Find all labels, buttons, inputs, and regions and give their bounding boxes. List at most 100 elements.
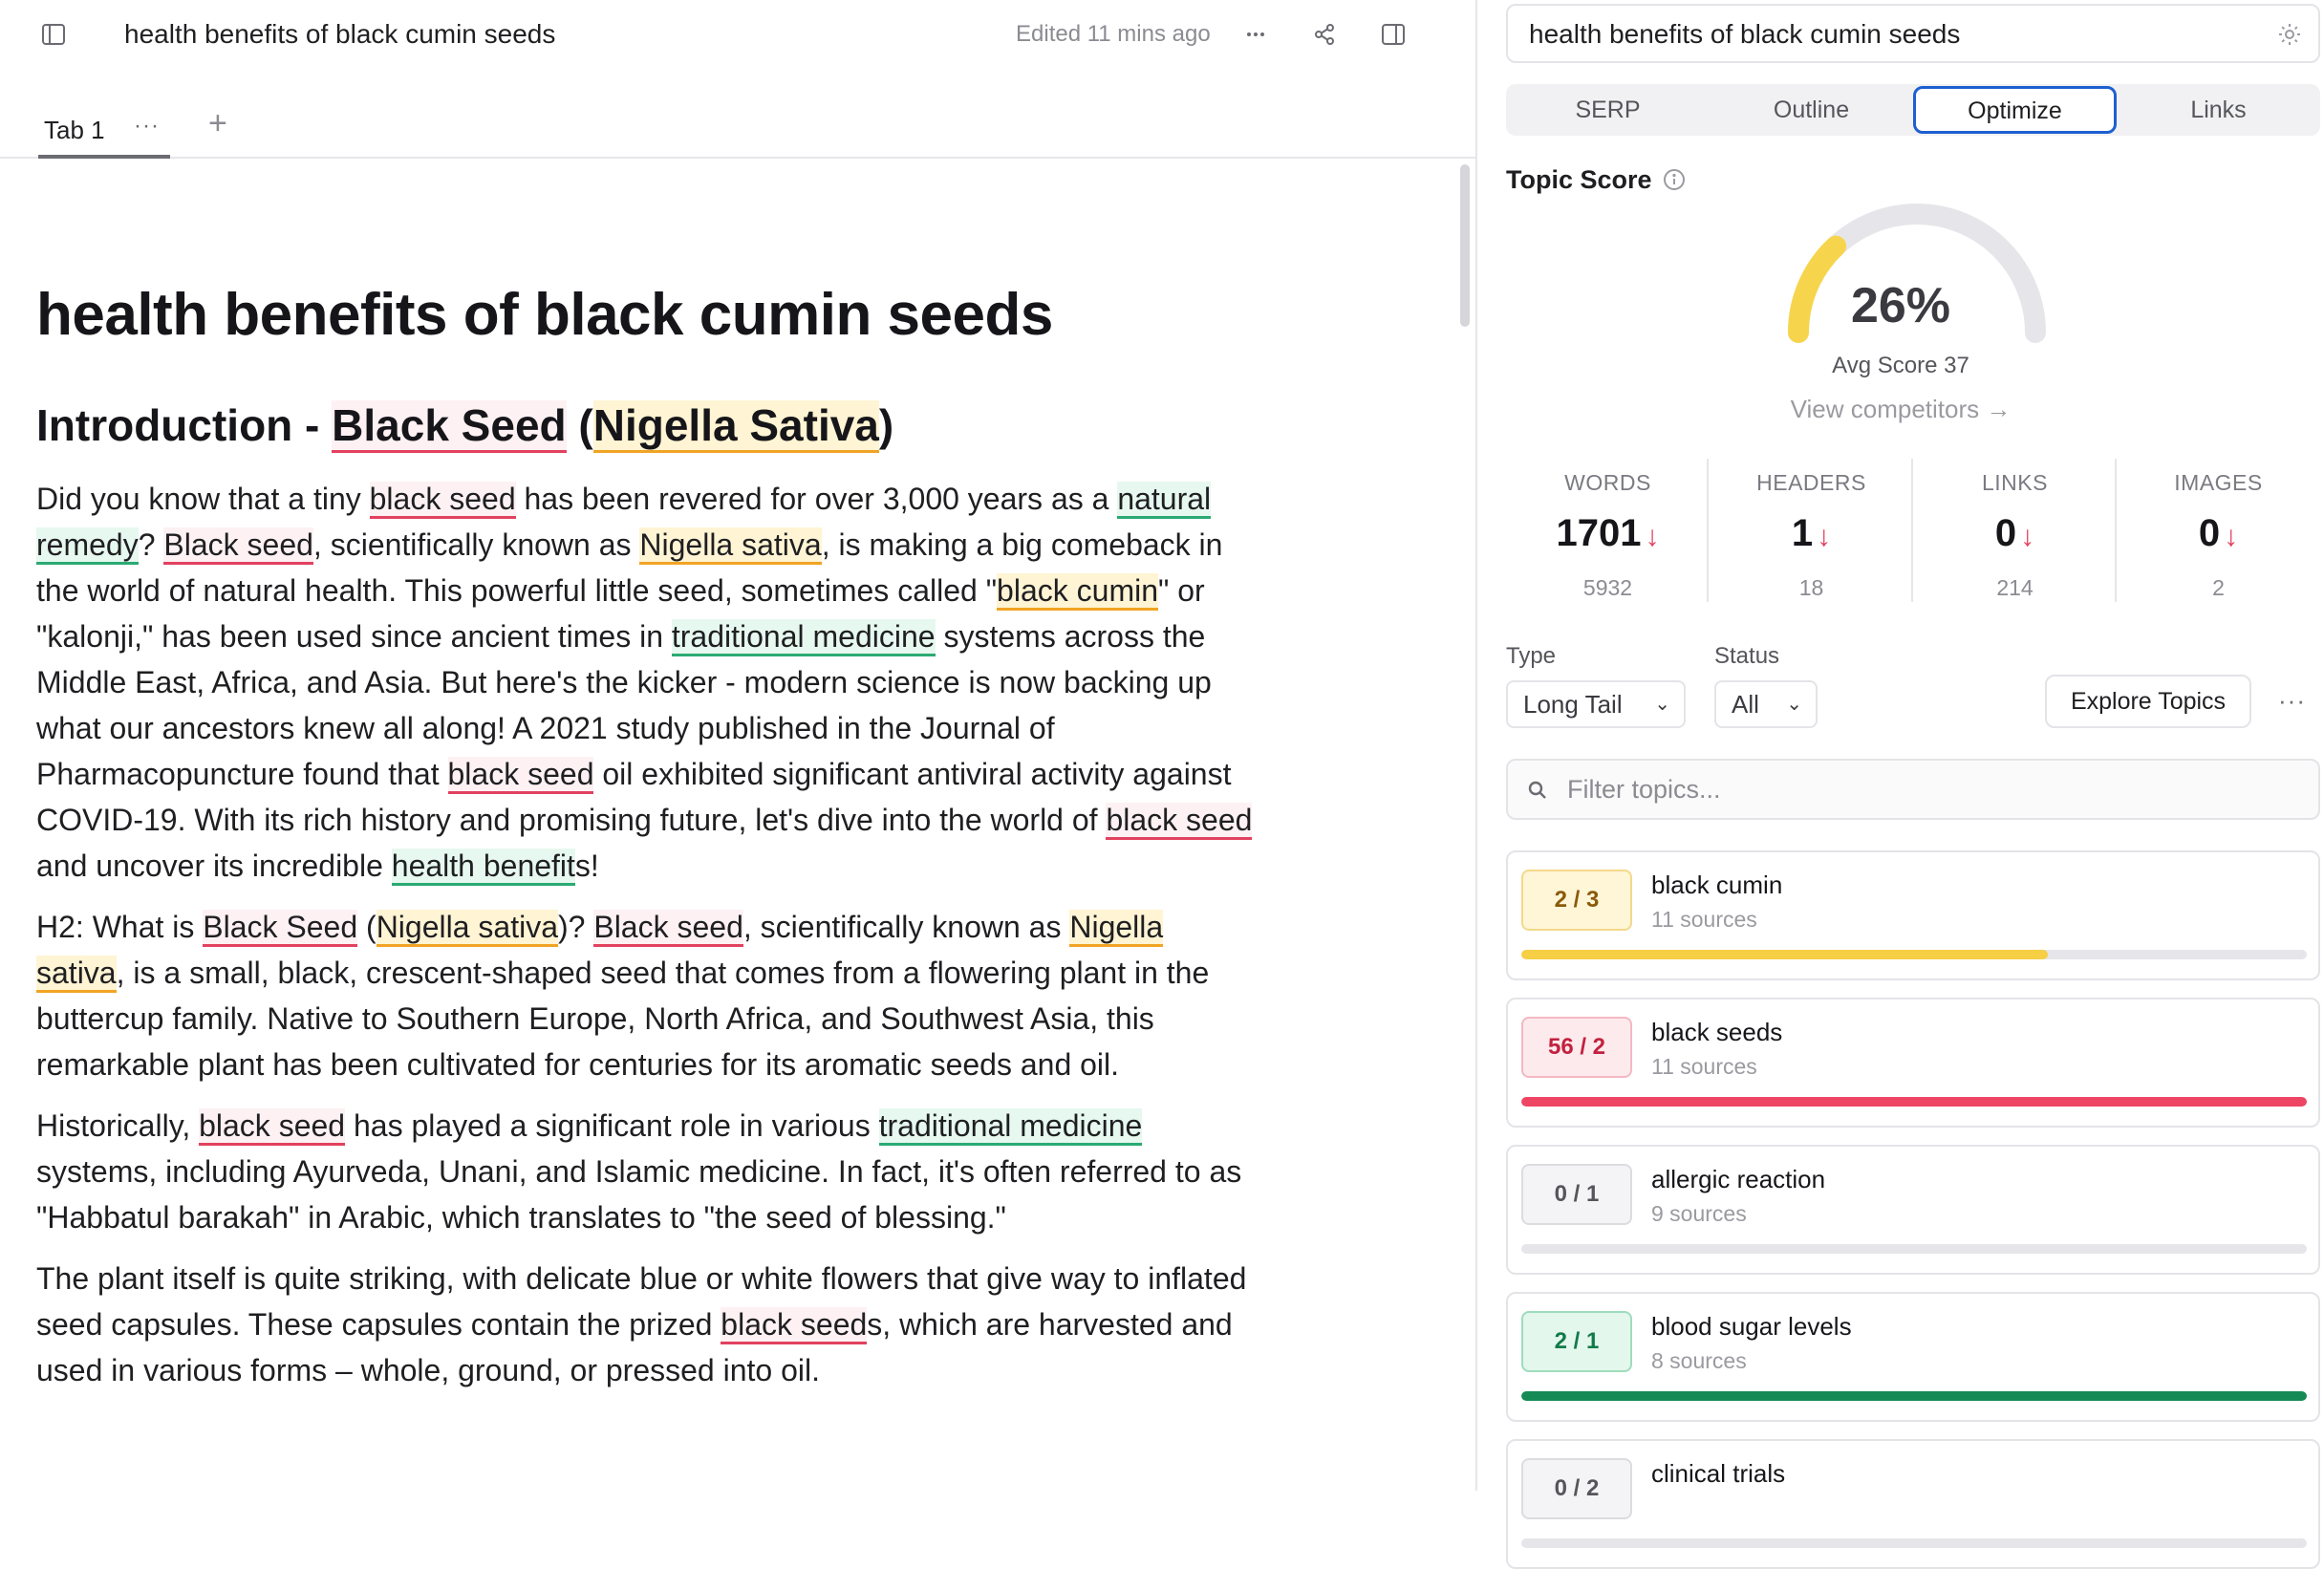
paragraph[interactable]: H2: What is Black Seed (Nigella sativa)?… <box>36 904 1259 1087</box>
status-dropdown[interactable]: All ⌄ <box>1714 680 1818 728</box>
arrow-down-icon: ↓ <box>2020 521 2035 552</box>
topic-card[interactable]: 0 / 1 allergic reaction 9 sources <box>1506 1145 2320 1275</box>
stat-label: LINKS <box>1982 470 2048 495</box>
stat-target: 5932 <box>1582 575 1633 600</box>
topic-progress-bar <box>1521 1538 2307 1548</box>
topic-score-label: Topic Score <box>1506 165 1652 194</box>
type-dropdown-value: Long Tail <box>1523 690 1623 719</box>
topic-progress-bar <box>1521 1244 2307 1254</box>
topic-progress-bar <box>1521 1391 2307 1401</box>
arrow-down-icon: ↓ <box>2224 521 2239 552</box>
stat-value-text: 0 <box>1994 512 2017 554</box>
arrow-down-icon: ↓ <box>1645 521 1660 552</box>
stat-value: 0 ↓ <box>2117 510 2320 560</box>
keyword-highlight[interactable]: traditional medicine <box>878 1108 1143 1146</box>
view-competitors-link[interactable]: View competitors → <box>1477 394 2324 424</box>
keyword-highlight[interactable]: health benefit <box>391 849 575 886</box>
paragraph-text: ? <box>138 527 164 562</box>
progress-fill <box>1521 1391 2307 1401</box>
heading-text: ) <box>878 400 894 450</box>
stat-value-text: 0 <box>2198 512 2221 554</box>
stat-label: IMAGES <box>2174 470 2263 495</box>
keyword-highlight[interactable]: Nigella sativa <box>639 527 822 565</box>
stat-value: 1 ↓ <box>1710 510 1913 560</box>
topic-card[interactable]: 2 / 3 black cumin 11 sources <box>1506 850 2320 980</box>
type-dropdown[interactable]: Long Tail ⌄ <box>1506 680 1686 728</box>
stat-value-text: 1701 <box>1556 512 1642 554</box>
document-content[interactable]: health benefits of black cumin seeds Int… <box>36 275 1259 1393</box>
stat-target: 18 <box>1798 575 1824 600</box>
topic-count-badge: 2 / 1 <box>1521 1311 1632 1372</box>
keyword-highlight[interactable]: Black Seed <box>203 910 358 947</box>
keyword-highlight[interactable]: black seed <box>1106 803 1253 840</box>
tab-optimize[interactable]: Optimize <box>1913 86 2117 134</box>
gear-icon[interactable] <box>2276 21 2303 48</box>
paragraph-text: has played a significant role in various <box>345 1108 879 1143</box>
topic-count-badge: 56 / 2 <box>1521 1017 1632 1078</box>
status-dropdown-value: All <box>1732 690 1759 719</box>
topic-sources: 11 sources <box>1651 907 1757 932</box>
tab-links[interactable]: Links <box>2117 84 2320 136</box>
keyword-highlight[interactable]: black seed <box>447 757 594 794</box>
panel-toggle-icon[interactable] <box>1376 17 1410 52</box>
tab-outline[interactable]: Outline <box>1710 84 1913 136</box>
paragraph-text: , is a small, black, crescent-shaped see… <box>36 956 1210 1082</box>
tab-label: Tab 1 <box>44 116 105 144</box>
section-heading[interactable]: Introduction - Black Seed (Nigella Sativ… <box>36 396 1259 455</box>
topic-progress-bar <box>1521 1097 2307 1107</box>
topic-sources: 9 sources <box>1651 1201 1747 1226</box>
more-options-icon[interactable] <box>1238 17 1273 52</box>
document-title[interactable]: health benefits of black cumin seeds <box>124 17 555 52</box>
topic-card[interactable]: 2 / 1 blood sugar levels 8 sources <box>1506 1292 2320 1422</box>
stat-links: LINKS 0 ↓ 214 <box>1913 459 2117 602</box>
topic-progress-bar <box>1521 950 2307 959</box>
filter-placeholder: Filter topics... <box>1567 775 1721 804</box>
paragraph[interactable]: Did you know that a tiny black seed has … <box>36 476 1259 889</box>
panel-tabs: SERP Outline Optimize Links <box>1506 84 2320 136</box>
topic-card[interactable]: 56 / 2 black seeds 11 sources <box>1506 998 2320 1128</box>
keyword-highlight[interactable]: Black seed <box>593 910 743 947</box>
search-icon <box>1525 778 1550 803</box>
keyword-input-value: health benefits of black cumin seeds <box>1529 19 1961 49</box>
editor-scrollbar[interactable] <box>1460 164 1470 327</box>
keyword-input[interactable]: health benefits of black cumin seeds <box>1506 4 2320 63</box>
topic-sources: 8 sources <box>1651 1348 1747 1373</box>
keyword-highlight[interactable]: Nigella sativa <box>376 910 558 947</box>
editor-pane: health benefits of black cumin seeds Edi… <box>0 0 1475 1491</box>
chevron-down-icon: ⌄ <box>1786 694 1802 715</box>
optimization-panel: health benefits of black cumin seeds SER… <box>1477 0 2324 1569</box>
arrow-down-icon: ↓ <box>1817 521 1832 552</box>
keyword-highlight[interactable]: black seed <box>369 482 516 519</box>
topic-name: clinical trials <box>1651 1459 1786 1488</box>
document-tabs: Tab 1 ··· + <box>0 88 1475 159</box>
topic-name: black seeds <box>1651 1018 1783 1046</box>
keyword-highlight[interactable]: black seed <box>721 1307 868 1344</box>
document-heading[interactable]: health benefits of black cumin seeds <box>36 275 1259 355</box>
topic-count-badge: 0 / 1 <box>1521 1164 1632 1225</box>
tab-serp[interactable]: SERP <box>1506 84 1710 136</box>
filter-topics-input[interactable]: Filter topics... <box>1506 759 2320 820</box>
paragraph-text: and uncover its incredible <box>36 849 392 883</box>
stat-target: 2 <box>2212 575 2225 600</box>
paragraph-text: , scientifically known as <box>742 910 1070 944</box>
sidebar-toggle-icon[interactable] <box>36 17 71 52</box>
tab-more-icon[interactable]: ··· <box>134 113 160 140</box>
avg-score: Avg Score 37 <box>1832 353 1969 378</box>
add-tab-button[interactable]: + <box>208 107 227 140</box>
topic-card[interactable]: 0 / 2 clinical trials <box>1506 1439 2320 1569</box>
keyword-highlight[interactable]: Black Seed <box>332 400 567 453</box>
info-icon[interactable] <box>1663 168 1686 191</box>
paragraph[interactable]: The plant itself is quite striking, with… <box>36 1256 1259 1393</box>
keyword-highlight[interactable]: black cumin <box>997 573 1158 611</box>
tab-1[interactable]: Tab 1 ··· <box>38 101 170 159</box>
keyword-highlight[interactable]: Black seed <box>163 527 313 565</box>
heading-text: ( <box>566 400 593 450</box>
more-options-icon[interactable]: ··· <box>2278 686 2306 716</box>
topic-score-value: 26% <box>1850 278 1951 333</box>
keyword-highlight[interactable]: traditional medicine <box>671 619 936 656</box>
keyword-highlight[interactable]: Nigella Sativa <box>592 400 879 453</box>
paragraph[interactable]: Historically, black seed has played a si… <box>36 1103 1259 1240</box>
share-icon[interactable] <box>1307 17 1342 52</box>
keyword-highlight[interactable]: black seed <box>199 1108 346 1146</box>
explore-topics-button[interactable]: Explore Topics <box>2045 675 2251 728</box>
